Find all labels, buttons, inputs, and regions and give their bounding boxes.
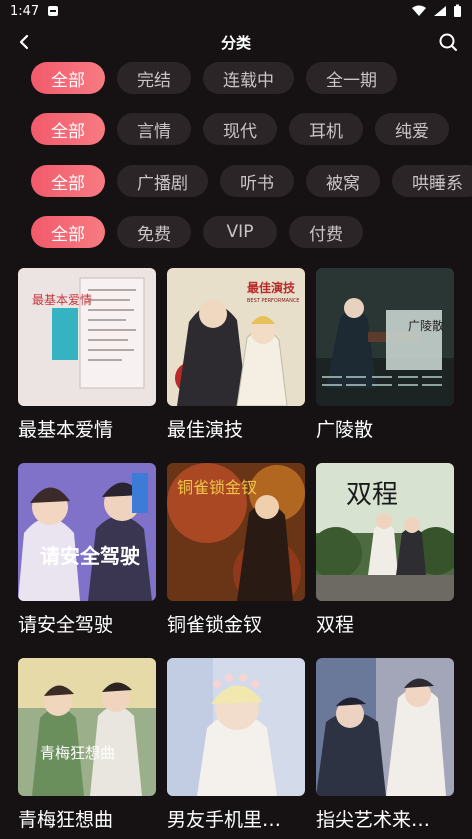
drama-title[interactable]: 最佳演技 [167, 415, 305, 442]
cover-art: 最佳演技 BEST PERFORMANCE [167, 268, 305, 406]
svg-text:铜雀锁金钗: 铜雀锁金钗 [177, 478, 257, 497]
cover-art: 青梅狂想曲 [18, 658, 156, 796]
cover-art: 双程 [316, 463, 454, 601]
chip-price-vip[interactable]: VIP [203, 216, 277, 248]
chip-price-free[interactable]: 免费 [117, 216, 191, 248]
cover-art: 最基本爱情 [18, 268, 156, 406]
cover-art: 广陵散 [316, 268, 454, 406]
chevron-left-icon [19, 34, 29, 50]
drama-card[interactable]: 广陵散 广陵散 [316, 268, 454, 463]
chip-status-finished[interactable]: 完结 [117, 62, 191, 94]
cover-art [167, 658, 305, 796]
wifi-icon [412, 5, 426, 16]
page-title: 分类 [220, 33, 251, 52]
filter-row-status: 全部 完结 连载中 全一期 [0, 62, 472, 96]
back-button[interactable] [12, 30, 36, 54]
drama-title[interactable]: 青梅狂想曲 [18, 805, 156, 832]
chip-type-radio-drama[interactable]: 广播剧 [117, 165, 208, 197]
drama-card[interactable]: 铜雀锁金钗 铜雀锁金钗 [167, 463, 305, 658]
drama-cover[interactable]: 铜雀锁金钗 [167, 463, 305, 601]
drama-grid: 最基本爱情 最基本爱情 最佳演技 BEST PERFORMANCE 最佳演技 广… [18, 268, 454, 839]
drama-card[interactable]: 最佳演技 BEST PERFORMANCE 最佳演技 [167, 268, 305, 463]
battery-icon [454, 4, 461, 17]
drama-cover[interactable]: 双程 [316, 463, 454, 601]
drama-card[interactable]: 指尖艺术来… [316, 658, 454, 839]
drama-title[interactable]: 男友手机里… [167, 805, 305, 832]
chip-genre-bl[interactable]: 纯爱 [375, 113, 449, 145]
drama-title[interactable]: 广陵散 [316, 415, 454, 442]
cover-art: 请安全驾驶 [18, 463, 156, 601]
status-bar: 1:47 [0, 0, 472, 22]
chip-price-all[interactable]: 全部 [31, 216, 105, 248]
drama-card[interactable]: 最基本爱情 最基本爱情 [18, 268, 156, 463]
search-icon [439, 33, 457, 51]
cover-art [316, 658, 454, 796]
svg-text:请安全驾驶: 请安全驾驶 [40, 544, 140, 568]
drama-card[interactable]: 请安全驾驶 请安全驾驶 [18, 463, 156, 658]
search-button[interactable] [436, 30, 460, 54]
chip-genre-romance[interactable]: 言情 [117, 113, 191, 145]
chip-genre-all[interactable]: 全部 [31, 113, 105, 145]
chip-status-single[interactable]: 全一期 [306, 62, 397, 94]
svg-text:广陵散: 广陵散 [408, 318, 444, 333]
drama-cover[interactable]: 最佳演技 BEST PERFORMANCE [167, 268, 305, 406]
drama-card[interactable]: 青梅狂想曲 青梅狂想曲 [18, 658, 156, 839]
drama-cover[interactable]: 青梅狂想曲 [18, 658, 156, 796]
signal-icon [434, 6, 446, 16]
drama-title[interactable]: 请安全驾驶 [18, 610, 156, 637]
chip-genre-modern[interactable]: 现代 [203, 113, 277, 145]
chip-status-ongoing[interactable]: 连载中 [203, 62, 294, 94]
filter-row-type: 全部 广播剧 听书 被窝 哄睡系 [0, 165, 472, 199]
drama-title[interactable]: 最基本爱情 [18, 415, 156, 442]
drama-title[interactable]: 指尖艺术来… [316, 805, 454, 832]
svg-text:最基本爱情: 最基本爱情 [32, 293, 92, 307]
drama-card[interactable]: 双程 双程 [316, 463, 454, 658]
drama-card[interactable]: 男友手机里… [167, 658, 305, 839]
chip-price-paid[interactable]: 付费 [289, 216, 363, 248]
drama-cover[interactable] [316, 658, 454, 796]
drama-title[interactable]: 铜雀锁金钗 [167, 610, 305, 637]
drama-cover[interactable]: 最基本爱情 [18, 268, 156, 406]
chip-status-all[interactable]: 全部 [31, 62, 105, 94]
svg-text:最佳演技: 最佳演技 [247, 280, 296, 295]
chip-type-sleep[interactable]: 哄睡系 [392, 165, 472, 197]
drama-cover[interactable]: 广陵散 [316, 268, 454, 406]
chip-type-bedtime[interactable]: 被窝 [306, 165, 380, 197]
svg-text:青梅狂想曲: 青梅狂想曲 [40, 744, 115, 762]
cover-art: 铜雀锁金钗 [167, 463, 305, 601]
filter-row-price: 全部 免费 VIP 付费 [0, 216, 472, 250]
drama-cover[interactable]: 请安全驾驶 [18, 463, 156, 601]
notification-icon [48, 6, 59, 16]
svg-text:BEST PERFORMANCE: BEST PERFORMANCE [247, 298, 299, 304]
svg-text:双程: 双程 [346, 480, 398, 510]
drama-cover[interactable] [167, 658, 305, 796]
chip-genre-headphone[interactable]: 耳机 [289, 113, 363, 145]
drama-title[interactable]: 双程 [316, 610, 454, 637]
top-bar: 分类 [0, 26, 472, 58]
status-time: 1:47 [10, 3, 40, 19]
chip-type-audiobook[interactable]: 听书 [220, 165, 294, 197]
filter-row-genre: 全部 言情 现代 耳机 纯爱 [0, 113, 472, 147]
chip-type-all[interactable]: 全部 [31, 165, 105, 197]
